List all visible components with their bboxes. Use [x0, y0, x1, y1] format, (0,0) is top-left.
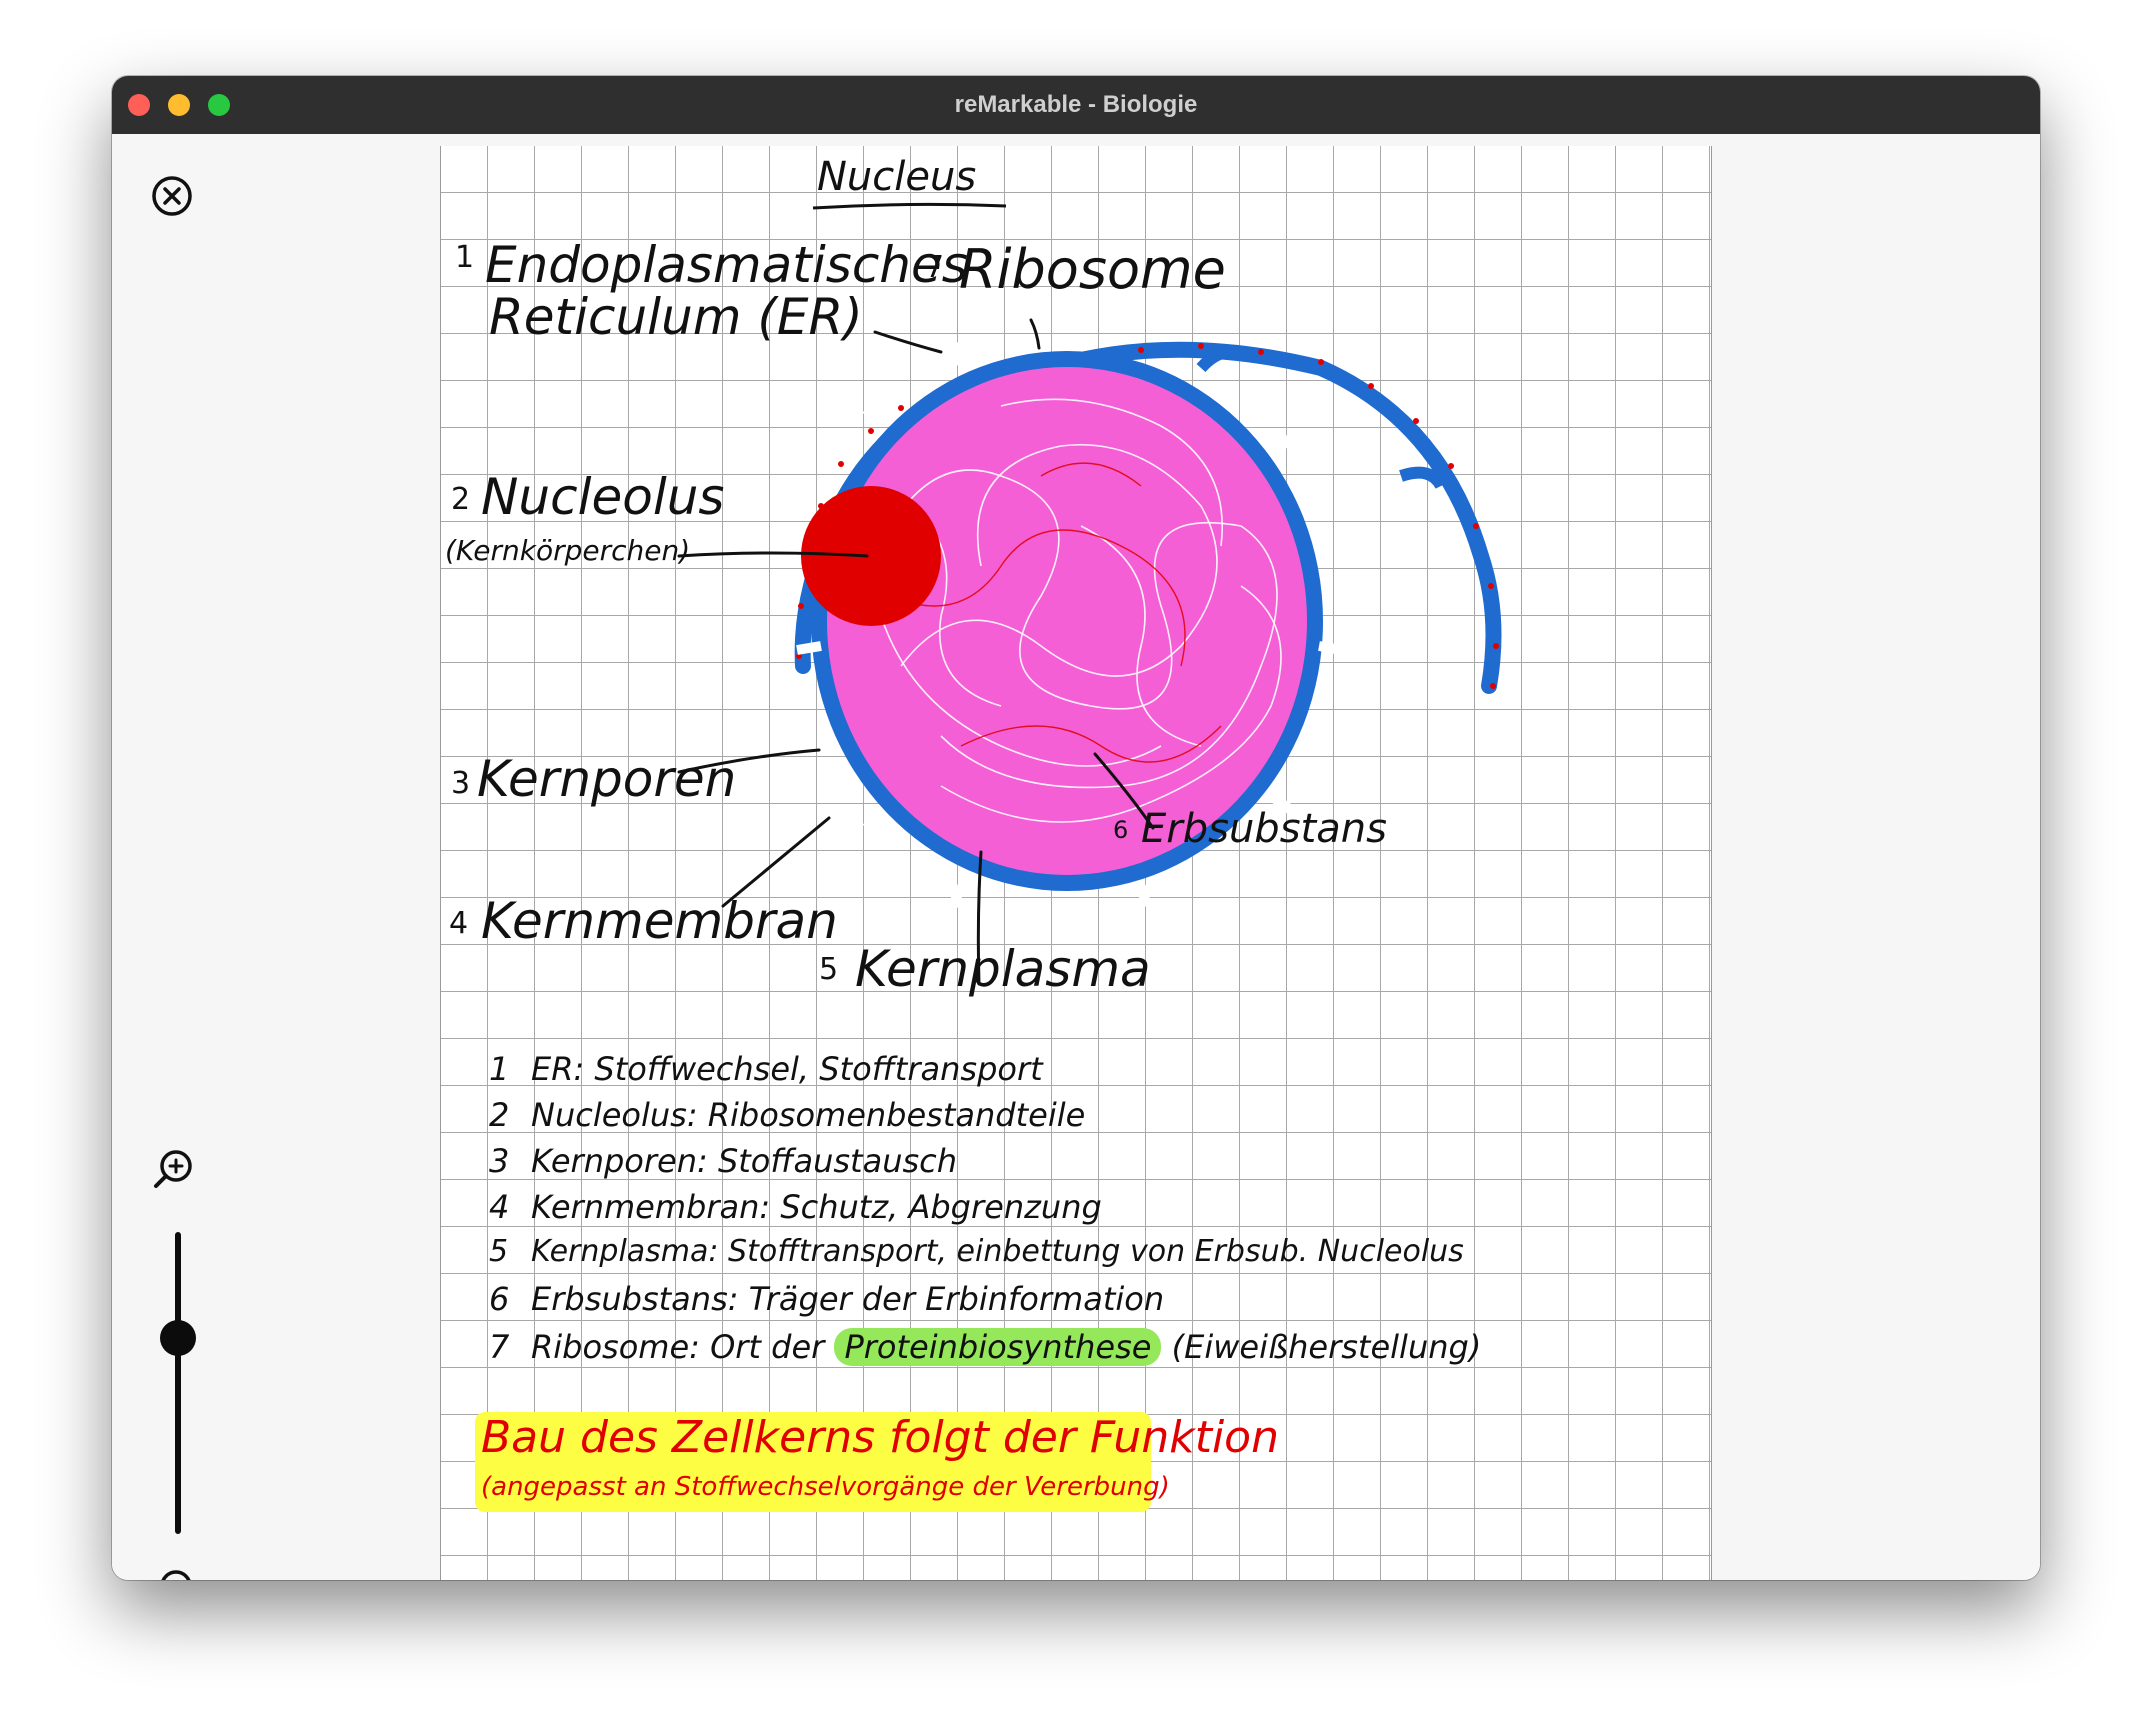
- window-title: reMarkable - Biologie: [954, 91, 1198, 118]
- zoom-in-icon[interactable]: [150, 1146, 196, 1192]
- zoom-slider-thumb[interactable]: [160, 1320, 196, 1356]
- label-ribosome: Ribosome: [959, 238, 1226, 301]
- window-maximize-button[interactable]: [208, 94, 230, 116]
- zoom-slider-track: [175, 1232, 181, 1534]
- conclusion-line2: (angepasst an Stoffwechselvorgänge der V…: [481, 1472, 1170, 1502]
- legend-item: 6 Erbsubstans: Träger der Erbinformation: [489, 1280, 1165, 1318]
- green-highlight: Proteinbiosynthese: [834, 1328, 1162, 1366]
- legend-item: 5 Kernplasma: Stofftransport, einbettung …: [489, 1234, 1464, 1269]
- viewer-area: Nucleus 1 Endoplasmatisches Reticulum (E…: [112, 134, 2040, 1580]
- title-bar: reMarkable - Biologie: [112, 76, 2040, 134]
- label-kernmembran-number: 4: [449, 906, 469, 941]
- label-er-line1: Endoplasmatisches: [485, 236, 968, 294]
- legend-item: 3 Kernporen: Stoffaustausch: [489, 1142, 958, 1180]
- label-kernporen: Kernporen: [477, 750, 737, 808]
- label-nucleolus: Nucleolus: [481, 468, 725, 526]
- conclusion-line1: Bau des Zellkerns folgt der Funktion: [481, 1412, 1279, 1463]
- window-close-button[interactable]: [128, 94, 150, 116]
- label-erbsubstans-number: 6: [1113, 816, 1129, 844]
- label-er-number: 1: [455, 240, 475, 275]
- legend-item: 1 ER: Stoffwechsel, Stofftransport: [489, 1050, 1043, 1088]
- zoom-slider[interactable]: [160, 1232, 196, 1534]
- label-ribosome-number: 7: [925, 250, 945, 285]
- notebook-page[interactable]: Nucleus 1 Endoplasmatisches Reticulum (E…: [440, 146, 1712, 1580]
- label-kernplasma-number: 5: [819, 952, 839, 987]
- label-er-line2: Reticulum (ER): [489, 288, 863, 346]
- label-nucleolus-sub: (Kernkörperchen): [445, 534, 691, 567]
- legend-item: 4 Kernmembran: Schutz, Abgrenzung: [489, 1188, 1102, 1226]
- app-window: reMarkable - Biologie Nucleus 1 Endoplas…: [112, 76, 2040, 1580]
- label-erbsubstans: Erbsubstans: [1141, 806, 1387, 852]
- label-kernmembran: Kernmembran: [481, 892, 838, 950]
- window-minimize-button[interactable]: [168, 94, 190, 116]
- close-circle-icon[interactable]: [150, 174, 194, 218]
- legend-item: 2 Nucleolus: Ribosomenbestandteile: [489, 1096, 1086, 1134]
- zoom-out-icon[interactable]: [150, 1566, 196, 1580]
- label-nucleolus-number: 2: [451, 482, 471, 517]
- label-kernplasma: Kernplasma: [855, 940, 1151, 998]
- note-title: Nucleus: [817, 154, 977, 200]
- legend-item: 7 Ribosome: Ort der Proteinbiosynthese (E…: [489, 1328, 1482, 1366]
- label-kernporen-number: 3: [451, 766, 471, 801]
